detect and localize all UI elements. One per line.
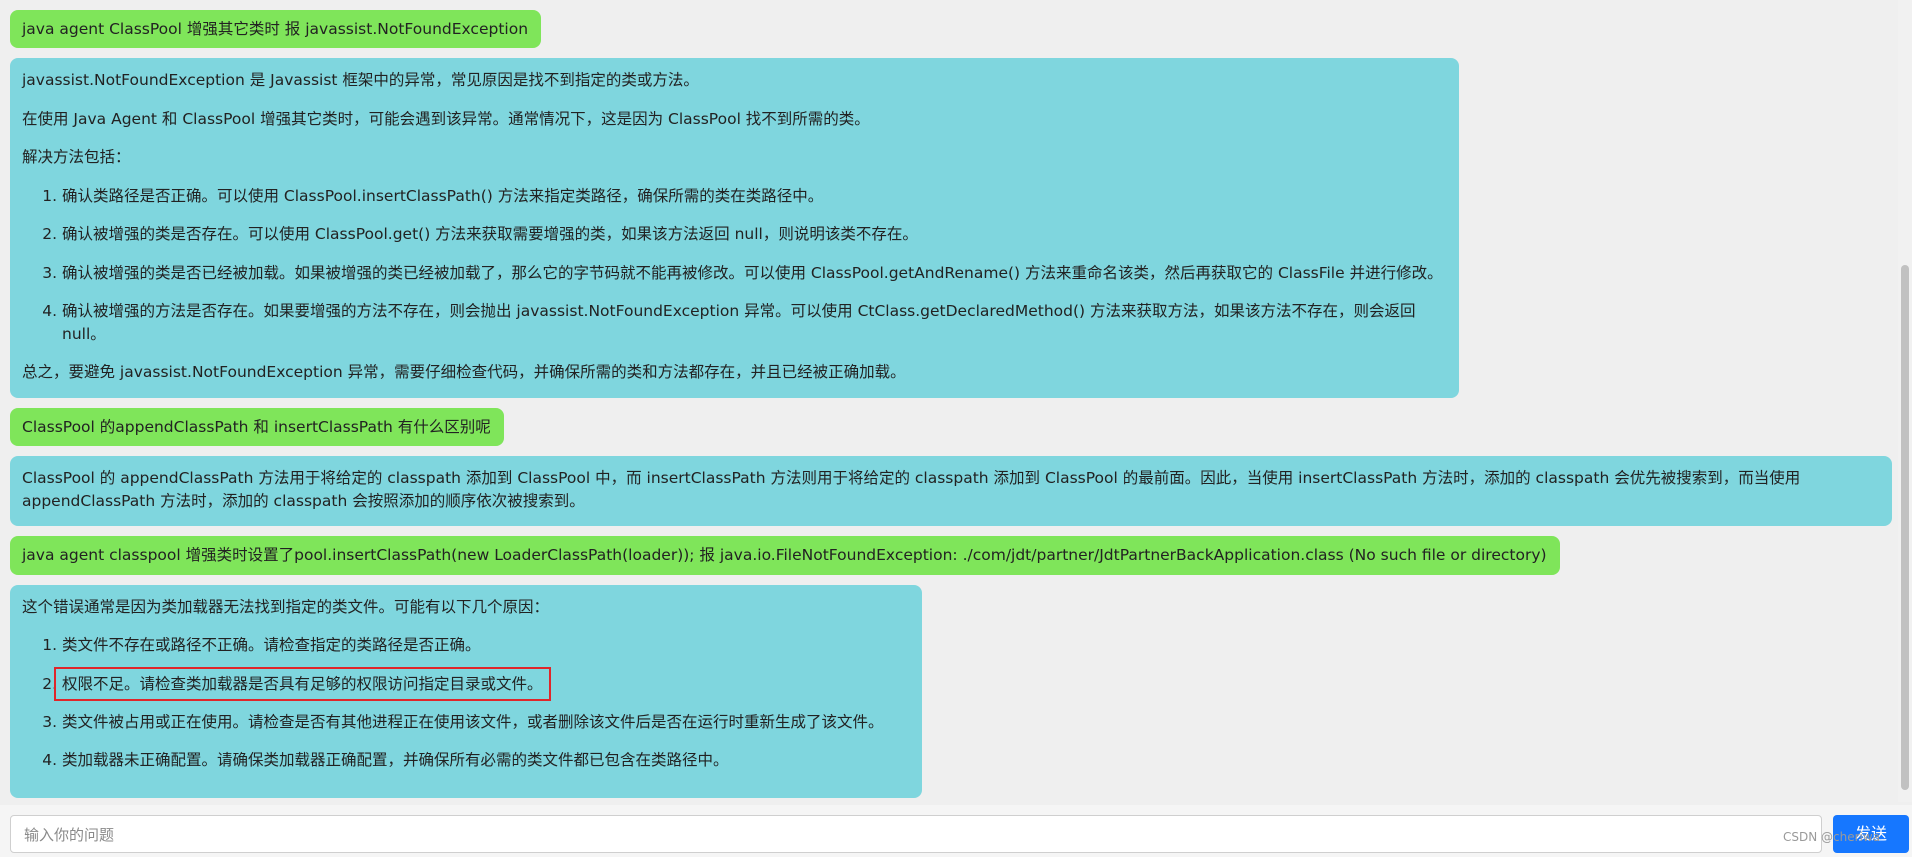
watermark: CSDN @cheriwa — [1783, 830, 1881, 844]
user-message: ClassPool 的appendClassPath 和 insertClass… — [10, 407, 504, 447]
message-row: java agent classpool 增强类时设置了pool.insertC… — [10, 536, 1898, 584]
message-row: java agent ClassPool 增强其它类时 报 javassist.… — [10, 10, 1898, 58]
highlighted-text: 权限不足。请检查类加载器是否具有足够的权限访问指定目录或文件。 — [54, 666, 551, 701]
answer-paragraph: 这个错误通常是因为类加载器无法找到指定的类文件。可能有以下几个原因： — [22, 597, 550, 616]
vertical-scrollbar[interactable] — [1898, 0, 1912, 802]
scrollbar-thumb[interactable] — [1901, 265, 1909, 790]
list-item: 类文件被占用或正在使用。请检查是否有其他进程正在使用该文件，或者删除该文件后是否… — [62, 711, 910, 733]
list-item: 确认被增强的类是否已经被加载。如果被增强的类已经被加载了，那么它的字节码就不能再… — [62, 262, 1447, 284]
assistant-message: 这个错误通常是因为类加载器无法找到指定的类文件。可能有以下几个原因： 类文件不存… — [10, 584, 922, 798]
answer-paragraph: javassist.NotFoundException 是 Javassist … — [22, 71, 699, 90]
question-input[interactable]: 输入你的问题 — [10, 815, 1822, 853]
list-item: 确认类路径是否正确。可以使用 ClassPool.insertClassPath… — [62, 185, 1447, 207]
chat-area: java agent ClassPool 增强其它类时 报 javassist.… — [0, 0, 1898, 802]
list-item: 权限不足。请检查类加载器是否具有足够的权限访问指定目录或文件。 — [54, 666, 910, 701]
message-row: ClassPool 的appendClassPath 和 insertClass… — [10, 407, 1898, 456]
answer-paragraph: ClassPool 的 appendClassPath 方法用于将给定的 cla… — [22, 469, 1801, 510]
list-item: 类文件不存在或路径不正确。请检查指定的类路径是否正确。 — [62, 634, 910, 656]
list-item: 确认被增强的类是否存在。可以使用 ClassPool.get() 方法来获取需要… — [62, 223, 1447, 245]
input-bar: 输入你的问题 发送 — [0, 805, 1912, 857]
answer-paragraph: 总之，要避免 javassist.NotFoundException 异常，需要… — [22, 363, 906, 382]
user-message: java agent ClassPool 增强其它类时 报 javassist.… — [10, 10, 542, 49]
user-message: java agent classpool 增强类时设置了pool.insertC… — [10, 536, 1560, 575]
list-item: 确认被增强的方法是否存在。如果要增强的方法不存在，则会抛出 javassist.… — [62, 300, 1447, 345]
answer-list: 类文件不存在或路径不正确。请检查指定的类路径是否正确。 权限不足。请检查类加载器… — [22, 634, 910, 772]
list-item: 类加载器未正确配置。请确保类加载器正确配置，并确保所有必需的类文件都已包含在类路… — [62, 749, 910, 771]
answer-paragraph: 在使用 Java Agent 和 ClassPool 增强其它类时，可能会遇到该… — [22, 109, 870, 128]
answer-list: 确认类路径是否正确。可以使用 ClassPool.insertClassPath… — [22, 185, 1447, 345]
assistant-message: javassist.NotFoundException 是 Javassist … — [10, 58, 1459, 398]
answer-paragraph: 解决方法包括： — [22, 148, 131, 167]
assistant-message: ClassPool 的 appendClassPath 方法用于将给定的 cla… — [10, 456, 1892, 527]
